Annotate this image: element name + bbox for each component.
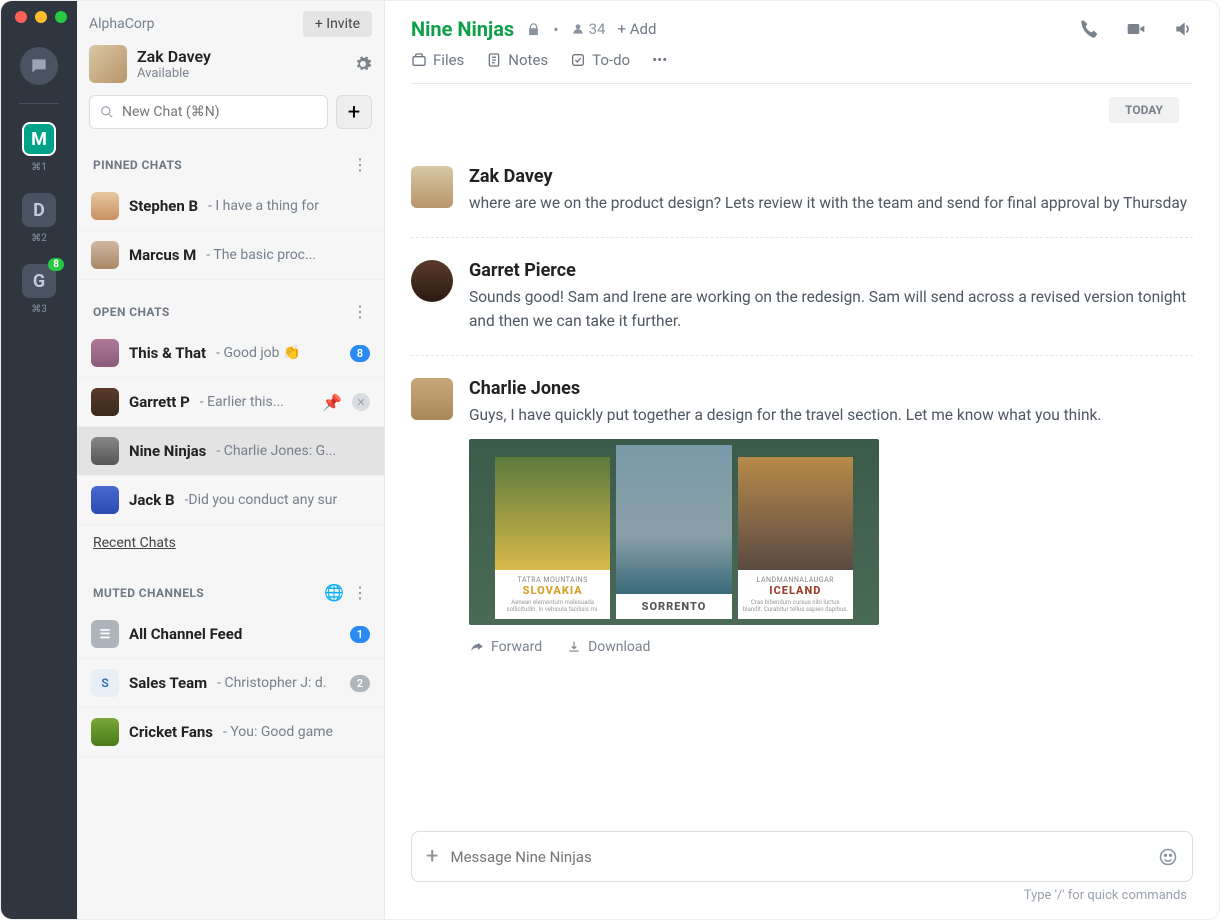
message-list: Zak Davey where are we on the product de…: [411, 84, 1193, 831]
channel-title[interactable]: Nine Ninjas: [411, 17, 514, 41]
channel-all-feed[interactable]: ☰ All Channel Feed 1: [77, 610, 384, 659]
profile-avatar[interactable]: [89, 45, 127, 83]
todo-icon: [570, 52, 586, 68]
member-count[interactable]: 34: [571, 20, 606, 38]
channel-sales[interactable]: S Sales Team - Christopher J: d. 2: [77, 659, 384, 708]
workspace-kbd-3: ⌘3: [31, 304, 47, 315]
chat-item-jack[interactable]: Jack B -Did you conduct any sur: [77, 476, 384, 525]
download-button[interactable]: Download: [566, 639, 650, 655]
video-icon[interactable]: [1125, 19, 1147, 39]
settings-icon[interactable]: [354, 55, 372, 73]
minimize-window[interactable]: [35, 11, 47, 23]
section-pinned-label: PINNED CHATS: [93, 158, 182, 172]
unread-badge: 8: [350, 345, 370, 362]
tab-todo[interactable]: To-do: [570, 51, 630, 69]
attachment-preview[interactable]: TATRA MOUNTAINSSLOVAKIAAenean elementum …: [469, 439, 879, 625]
message-text: Sounds good! Sam and Irene are working o…: [469, 285, 1193, 333]
chat-item-stephen[interactable]: Stephen B - I have a thing for: [77, 182, 384, 231]
composer-hint: Type '/' for quick commands: [411, 882, 1193, 907]
speaker-icon[interactable]: [1173, 19, 1193, 39]
message: Charlie Jones Guys, I have quickly put t…: [411, 356, 1193, 677]
person-icon: [571, 22, 585, 36]
tab-notes[interactable]: Notes: [486, 51, 548, 69]
message-author: Garret Pierce: [469, 260, 1193, 281]
unread-badge: 1: [350, 626, 370, 643]
close-window[interactable]: [15, 11, 27, 23]
workspace-d[interactable]: D: [22, 193, 56, 227]
muted-menu-icon[interactable]: ⋮: [352, 583, 368, 602]
pinned-menu-icon[interactable]: ⋮: [352, 155, 368, 174]
workspace-badge: 8: [48, 258, 64, 271]
chat-main: Nine Ninjas • 34 + Add Files: [385, 1, 1219, 919]
new-chat-search[interactable]: [89, 95, 328, 129]
search-input[interactable]: [122, 104, 317, 120]
section-open-label: OPEN CHATS: [93, 305, 170, 319]
workspace-kbd-1: ⌘1: [31, 162, 47, 173]
window-controls: [1, 11, 67, 23]
org-name: AlphaCorp: [89, 16, 154, 32]
message-avatar[interactable]: [411, 166, 453, 208]
call-icon[interactable]: [1079, 19, 1099, 39]
globe-icon[interactable]: 🌐: [324, 583, 344, 602]
invite-button[interactable]: + Invite: [303, 11, 372, 37]
message-avatar[interactable]: [411, 378, 453, 420]
profile-name: Zak Davey: [137, 47, 211, 66]
app-logo: [20, 47, 58, 85]
chat-item-marcus[interactable]: Marcus M - The basic proc...: [77, 231, 384, 280]
emoji-icon[interactable]: [1158, 847, 1178, 867]
section-muted-label: MUTED CHANNELS: [93, 586, 204, 600]
workspace-kbd-2: ⌘2: [31, 233, 47, 244]
message-text: Guys, I have quickly put together a desi…: [469, 403, 1193, 427]
composer-input[interactable]: [450, 848, 1146, 866]
date-divider: TODAY: [1109, 97, 1179, 123]
workspace-m[interactable]: M: [22, 122, 56, 156]
message-avatar[interactable]: [411, 260, 453, 302]
muted-badge: 2: [350, 675, 370, 692]
message-composer[interactable]: +: [411, 831, 1193, 882]
chat-item-nine-ninjas[interactable]: Nine Ninjas - Charlie Jones: G...: [77, 427, 384, 476]
chat-item-this-that[interactable]: This & That - Good job 👏 8: [77, 329, 384, 378]
close-chat-icon[interactable]: ✕: [352, 393, 370, 411]
new-chat-button[interactable]: +: [336, 95, 372, 129]
message-author: Charlie Jones: [469, 378, 1193, 399]
forward-button[interactable]: Forward: [469, 639, 542, 655]
tab-files[interactable]: Files: [411, 51, 464, 69]
message: Zak Davey where are we on the product de…: [411, 144, 1193, 238]
message-text: where are we on the product design? Lets…: [469, 191, 1193, 215]
lock-icon: [526, 22, 541, 37]
message-author: Zak Davey: [469, 166, 1193, 187]
attach-icon[interactable]: +: [426, 844, 438, 869]
recent-chats-link[interactable]: Recent Chats: [93, 535, 176, 551]
download-icon: [566, 640, 582, 654]
workspace-g[interactable]: G 8: [22, 264, 56, 298]
profile-status[interactable]: Available: [137, 66, 211, 81]
search-icon: [100, 105, 114, 119]
chat-item-garrett[interactable]: Garrett P - Earlier this... 📌 ✕: [77, 378, 384, 427]
add-member-button[interactable]: + Add: [617, 20, 656, 38]
notes-icon: [486, 52, 502, 68]
files-icon: [411, 52, 427, 68]
workspace-rail: M ⌘1 D ⌘2 G 8 ⌘3: [1, 1, 77, 919]
channel-cricket[interactable]: Cricket Fans - You: Good game: [77, 708, 384, 757]
chat-sidebar: AlphaCorp + Invite Zak Davey Available +: [77, 1, 385, 919]
forward-icon: [469, 640, 485, 654]
pin-icon[interactable]: 📌: [322, 393, 342, 412]
more-icon[interactable]: •••: [652, 51, 667, 69]
maximize-window[interactable]: [55, 11, 67, 23]
message: Garret Pierce Sounds good! Sam and Irene…: [411, 238, 1193, 356]
open-menu-icon[interactable]: ⋮: [352, 302, 368, 321]
